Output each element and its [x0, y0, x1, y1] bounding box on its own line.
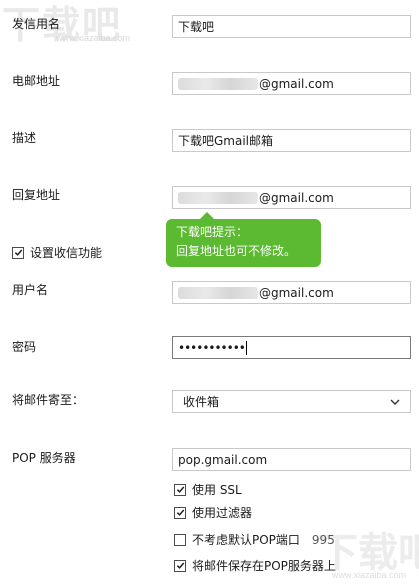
- pop-server-field[interactable]: pop.gmail.com: [172, 448, 411, 471]
- checkmark-icon: [176, 509, 184, 516]
- username-domain: @gmail.com: [259, 285, 334, 300]
- checkmark-icon: [176, 562, 184, 569]
- checkmark-icon: [176, 486, 184, 493]
- checkbox-box[interactable]: [12, 246, 24, 259]
- email-address-label: 电邮地址: [12, 74, 61, 88]
- use-filter-checkbox[interactable]: 使用过滤器: [174, 504, 252, 521]
- chevron-down-icon: [390, 399, 400, 405]
- deliver-to-label: 将邮件寄至：: [12, 393, 85, 407]
- sender-name-value: 下载吧: [178, 20, 215, 34]
- sender-name-label: 发信用名: [12, 17, 61, 31]
- checkbox-box[interactable]: [174, 559, 186, 572]
- hint-tooltip: 下载吧提示： 回复地址也可不修改。: [166, 212, 321, 267]
- pop-server-label: POP 服务器: [12, 451, 76, 465]
- checkbox-box[interactable]: [174, 533, 186, 546]
- description-label: 描述: [12, 131, 37, 145]
- redacted-username: [178, 286, 258, 299]
- description-field[interactable]: 下载吧Gmail邮箱: [172, 129, 411, 152]
- receive-setting-checkbox[interactable]: 设置收信功能: [12, 244, 102, 261]
- use-filter-label: 使用过滤器: [192, 506, 253, 520]
- use-ssl-label: 使用 SSL: [192, 483, 242, 497]
- keep-on-server-label: 将邮件保存在POP服务器上: [192, 559, 336, 573]
- checkbox-box[interactable]: [174, 506, 186, 519]
- username-field[interactable]: @gmail.com: [172, 281, 411, 304]
- reply-address-field[interactable]: @gmail.com: [172, 186, 411, 209]
- redacted-username: [178, 191, 258, 204]
- password-value: •••••••••••: [178, 340, 246, 355]
- pop-server-value: pop.gmail.com: [178, 452, 268, 467]
- description-value: 下载吧Gmail邮箱: [178, 134, 274, 148]
- text-caret: [245, 340, 247, 355]
- port-number: 995: [311, 532, 335, 547]
- tooltip-title: 下载吧提示：: [176, 225, 249, 239]
- checkbox-box[interactable]: [174, 483, 186, 496]
- username-label: 用户名: [12, 283, 49, 297]
- email-domain: @gmail.com: [259, 76, 334, 91]
- reply-address-label: 回复地址: [12, 188, 61, 202]
- watermark-url: www.xiazaiba.com: [332, 570, 407, 580]
- ignore-default-port-label: 不考虑默认POP端口: [192, 533, 300, 547]
- reply-domain: @gmail.com: [259, 190, 334, 205]
- email-address-field[interactable]: @gmail.com: [172, 72, 411, 95]
- password-field[interactable]: •••••••••••: [172, 336, 411, 359]
- deliver-to-value: 收件箱: [183, 395, 220, 409]
- receive-setting-label: 设置收信功能: [30, 246, 103, 260]
- checkmark-icon: [14, 249, 22, 256]
- sender-name-field[interactable]: 下载吧: [172, 15, 411, 38]
- password-label: 密码: [12, 340, 37, 354]
- keep-on-server-checkbox[interactable]: 将邮件保存在POP服务器上: [174, 557, 336, 574]
- ignore-default-port-checkbox[interactable]: 不考虑默认POP端口 995: [174, 531, 335, 548]
- use-ssl-checkbox[interactable]: 使用 SSL: [174, 481, 242, 498]
- deliver-to-select[interactable]: 收件箱: [172, 390, 411, 413]
- tooltip-body: 回复地址也可不修改。: [176, 244, 297, 258]
- watermark-url: www.xiazaiba.com: [56, 33, 131, 43]
- redacted-username: [178, 77, 258, 90]
